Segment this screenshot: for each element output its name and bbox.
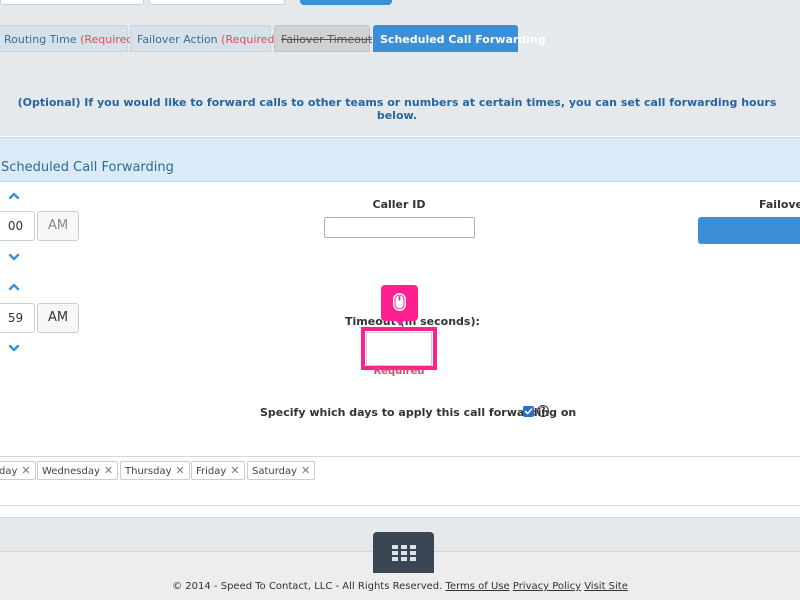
info-band [0, 54, 800, 136]
day-chip[interactable]: day ✕ [0, 461, 36, 480]
day-chip[interactable]: Thursday ✕ [120, 461, 190, 480]
day-chip[interactable]: Wednesday ✕ [37, 461, 119, 480]
close-icon[interactable]: ✕ [301, 464, 310, 477]
tab-routing-time-label: Routing Time [4, 33, 77, 46]
day-chip-label: Wednesday [42, 466, 100, 477]
caller-id-label: Caller ID [372, 198, 426, 211]
help-icon[interactable]: ? [537, 405, 549, 417]
day-chip-label: Saturday [252, 466, 298, 477]
visit-site-link[interactable]: Visit Site [584, 581, 628, 592]
tab-routing-time[interactable]: Routing Time (Required) [0, 25, 138, 52]
day-chip[interactable]: Saturday ✕ [247, 461, 316, 480]
day-chip-label: Thursday [125, 466, 172, 477]
mouse-click-indicator [381, 285, 418, 326]
day-chip-label: Friday [196, 466, 227, 477]
start-ampm-toggle[interactable]: AM [37, 211, 79, 241]
panel-title: Scheduled Call Forwarding [1, 160, 174, 175]
mouse-icon [393, 293, 406, 311]
info-text: (Optional) If you would like to forward … [17, 96, 777, 122]
start-minutes-input[interactable]: 00 [0, 211, 35, 241]
chevron-up-icon[interactable] [7, 190, 21, 202]
close-icon[interactable]: ✕ [176, 464, 185, 477]
end-minutes-input[interactable]: 59 [0, 303, 35, 333]
panel-header: Scheduled Call Forwarding [0, 137, 800, 182]
chevron-down-icon[interactable] [7, 342, 21, 354]
top-button[interactable] [300, 0, 392, 5]
end-ampm-toggle[interactable]: AM [37, 303, 79, 333]
footer-copyright: © 2014 - Speed To Contact, LLC - All Rig… [172, 581, 443, 592]
close-icon[interactable]: ✕ [104, 464, 113, 477]
tab-scheduled-call-forwarding[interactable]: Scheduled Call Forwarding [373, 25, 546, 52]
top-input-2[interactable] [149, 0, 285, 5]
caller-id-input[interactable] [324, 217, 475, 238]
click-highlight [361, 327, 437, 370]
top-input-1[interactable] [0, 0, 144, 5]
callout-pointer [394, 318, 406, 326]
tab-failover-timeout[interactable]: Failover Timeout [274, 25, 372, 52]
tab-failover-action[interactable]: Failover Action (Required) [130, 25, 279, 52]
days-selector[interactable]: day ✕ Wednesday ✕ Thursday ✕ Friday ✕ Saturd… [0, 456, 800, 506]
terms-link[interactable]: Terms of Use [446, 581, 510, 592]
day-chip-label: day [0, 466, 18, 477]
close-icon[interactable]: ✕ [21, 464, 30, 477]
tab-failover-action-required: (Required) [221, 33, 279, 46]
chevron-up-icon[interactable] [7, 281, 21, 293]
chevron-down-icon[interactable] [7, 251, 21, 263]
timeout-required-text: Required [373, 366, 425, 377]
tab-failover-action-label: Failover Action [137, 33, 218, 46]
privacy-link[interactable]: Privacy Policy [513, 581, 581, 592]
grid-icon [392, 545, 416, 561]
tab-routing-time-required: (Required) [80, 33, 138, 46]
footer: © 2014 - Speed To Contact, LLC - All Rig… [0, 581, 800, 592]
grid-menu-button[interactable] [373, 532, 434, 573]
tab-bar: Routing Time (Required) Failover Action … [0, 24, 800, 54]
failover-button[interactable] [698, 217, 800, 244]
checkbox-icon[interactable] [523, 406, 534, 417]
day-chip[interactable]: Friday ✕ [191, 461, 245, 480]
failover-label: Failover [759, 198, 800, 211]
top-toolbar [0, 0, 800, 26]
close-icon[interactable]: ✕ [230, 464, 239, 477]
